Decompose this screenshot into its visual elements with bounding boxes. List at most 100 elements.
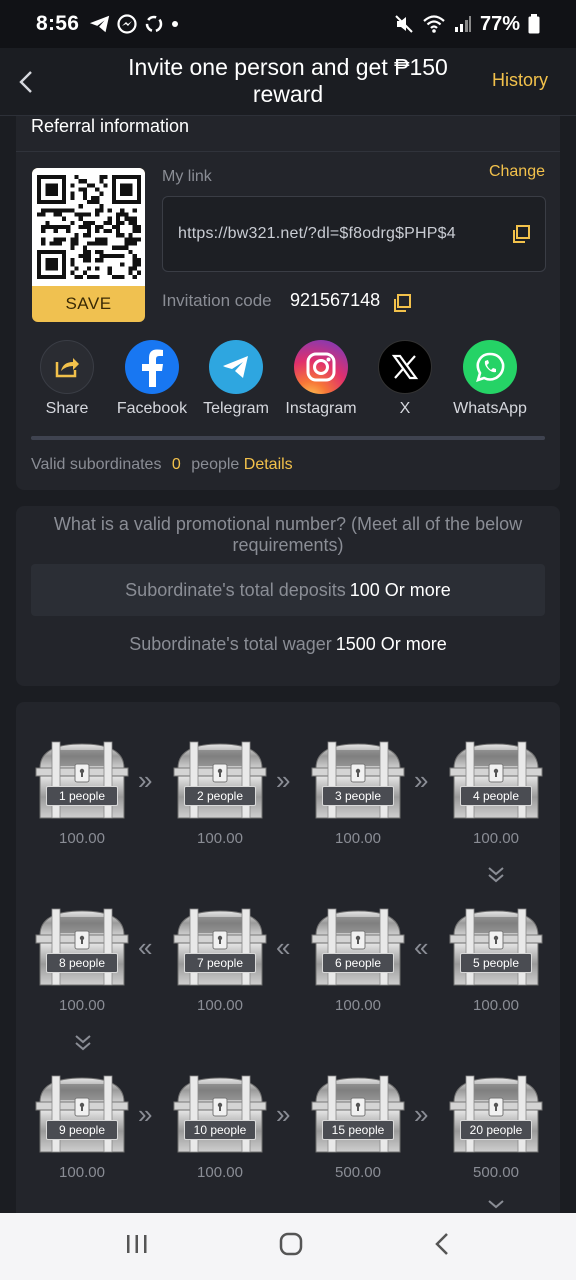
reward-chest[interactable]: 20 people 500.00 <box>446 1072 546 1181</box>
chest-people-label: 5 people <box>460 953 532 973</box>
status-time: 8:56 <box>36 12 80 35</box>
arrow-down-icon <box>487 866 505 889</box>
qr-code <box>32 168 145 286</box>
x-icon <box>378 340 432 394</box>
reward-chest[interactable]: 7 people 100.00 <box>170 905 270 1014</box>
reward-chest[interactable]: 15 people 500.00 <box>308 1072 408 1181</box>
chest-reward-amount: 100.00 <box>197 830 243 847</box>
referral-card: Referral information SAVE My link Change… <box>16 116 560 490</box>
share-item-whatsapp[interactable]: WhatsApp <box>442 340 538 418</box>
share-scrollbar-thumb[interactable] <box>31 436 545 440</box>
treasure-chest-icon <box>449 741 543 819</box>
arrow-right-icon: » <box>138 765 153 795</box>
reward-chests-card: » » » « « « » » » 1 people 100.00 2 people… <box>16 702 560 1242</box>
share-label: Share <box>45 400 89 417</box>
chest-reward-amount: 100.00 <box>473 997 519 1014</box>
treasure-chest-icon <box>173 1075 267 1153</box>
back-button[interactable] <box>12 66 40 98</box>
telegram-icon <box>209 340 263 394</box>
recent-apps-button[interactable] <box>125 1233 149 1260</box>
home-button[interactable] <box>278 1231 304 1262</box>
share-item-share[interactable]: Share <box>19 340 115 418</box>
details-link[interactable]: Details <box>244 456 293 473</box>
arrow-right-icon: » <box>138 1099 153 1129</box>
chest-people-label: 1 people <box>46 786 118 806</box>
chest-reward-amount: 500.00 <box>335 1164 381 1181</box>
wifi-icon <box>423 15 445 33</box>
arrow-left-icon: « <box>414 932 429 962</box>
treasure-chest-icon <box>35 908 129 986</box>
referral-title: Referral information <box>31 116 190 136</box>
reward-chest[interactable]: 10 people 100.00 <box>170 1072 270 1181</box>
chevron-left-icon <box>19 71 32 93</box>
save-qr-button[interactable]: SAVE <box>32 286 145 322</box>
battery-icon <box>528 14 540 34</box>
chest-reward-amount: 100.00 <box>59 1164 105 1181</box>
dot-icon <box>172 21 179 27</box>
telegram-label: Telegram <box>203 400 269 417</box>
chest-reward-amount: 100.00 <box>59 830 105 847</box>
history-link[interactable]: History <box>492 70 548 91</box>
invitation-code-value: 921567148 <box>290 290 381 310</box>
valid-subordinates-label: Valid subordinates <box>31 456 162 473</box>
arrow-right-icon: » <box>414 765 429 795</box>
facebook-icon <box>125 340 179 394</box>
chest-people-label: 2 people <box>184 786 256 806</box>
referral-link-field[interactable]: https://bw321.net/?dl=$f8odrg$PHP$4 <box>162 196 546 272</box>
requirement-label: Subordinate's total wager <box>129 633 332 654</box>
referral-link-text: https://bw321.net/?dl=$f8odrg$PHP$4 <box>178 225 456 242</box>
reward-chest[interactable]: 8 people 100.00 <box>32 905 132 1014</box>
chest-reward-amount: 100.00 <box>473 830 519 847</box>
requirement-row-deposits: Subordinate's total deposits 100 Or more <box>31 564 545 616</box>
share-item-facebook[interactable]: Facebook <box>104 340 200 418</box>
arrow-right-icon: » <box>276 765 291 795</box>
reward-chest[interactable]: 3 people 100.00 <box>308 738 408 847</box>
change-link-button[interactable]: Change <box>489 163 545 181</box>
x-label: X <box>399 400 411 417</box>
copy-link-icon[interactable] <box>511 224 531 249</box>
chest-reward-amount: 100.00 <box>197 1164 243 1181</box>
reward-chest[interactable]: 6 people 100.00 <box>308 905 408 1014</box>
app-header: Invite one person and get ₱150 reward Hi… <box>0 48 576 116</box>
treasure-chest-icon <box>173 908 267 986</box>
reward-chest[interactable]: 4 people 100.00 <box>446 738 546 847</box>
qr-code-image <box>36 175 141 279</box>
share-item-instagram[interactable]: Instagram <box>273 340 369 418</box>
chest-people-label: 6 people <box>322 953 394 973</box>
qr-code-card: SAVE <box>32 168 145 322</box>
divider <box>16 151 560 152</box>
share-icon <box>40 340 94 394</box>
chest-reward-amount: 500.00 <box>473 1164 519 1181</box>
status-right: 77% <box>394 13 540 36</box>
requirements-title: What is a valid promotional number? (Mee… <box>53 514 523 555</box>
system-nav-bar <box>0 1213 576 1280</box>
battery-percent: 77% <box>479 12 520 35</box>
treasure-chest-icon <box>311 1075 405 1153</box>
arrow-left-icon: « <box>138 932 153 962</box>
treasure-chest-icon <box>173 741 267 819</box>
chest-people-label: 20 people <box>460 1120 532 1140</box>
reward-chest[interactable]: 1 people 100.00 <box>32 738 132 847</box>
copy-code-icon[interactable] <box>392 293 412 318</box>
mute-icon <box>395 15 413 33</box>
chest-reward-amount: 100.00 <box>59 997 105 1014</box>
reward-chest[interactable]: 2 people 100.00 <box>170 738 270 847</box>
chest-reward-amount: 100.00 <box>335 997 381 1014</box>
whatsapp-icon <box>463 340 517 394</box>
back-nav-button[interactable] <box>433 1231 451 1262</box>
instagram-icon <box>294 340 348 394</box>
chest-people-label: 15 people <box>322 1120 394 1140</box>
arrow-right-icon: » <box>276 1099 291 1129</box>
share-item-x[interactable]: X <box>357 340 453 418</box>
instagram-label: Instagram <box>285 400 357 417</box>
requirement-value: 100 Or more <box>349 579 451 600</box>
chest-people-label: 10 people <box>184 1120 256 1140</box>
share-scrollbar[interactable] <box>31 436 545 440</box>
treasure-chest-icon <box>311 741 405 819</box>
signal-icon <box>454 16 471 32</box>
share-item-telegram[interactable]: Telegram <box>188 340 284 418</box>
valid-subordinates-count: 0 <box>171 456 181 473</box>
reward-chest[interactable]: 5 people 100.00 <box>446 905 546 1014</box>
reward-chest[interactable]: 9 people 100.00 <box>32 1072 132 1181</box>
notification-icons <box>89 13 179 35</box>
